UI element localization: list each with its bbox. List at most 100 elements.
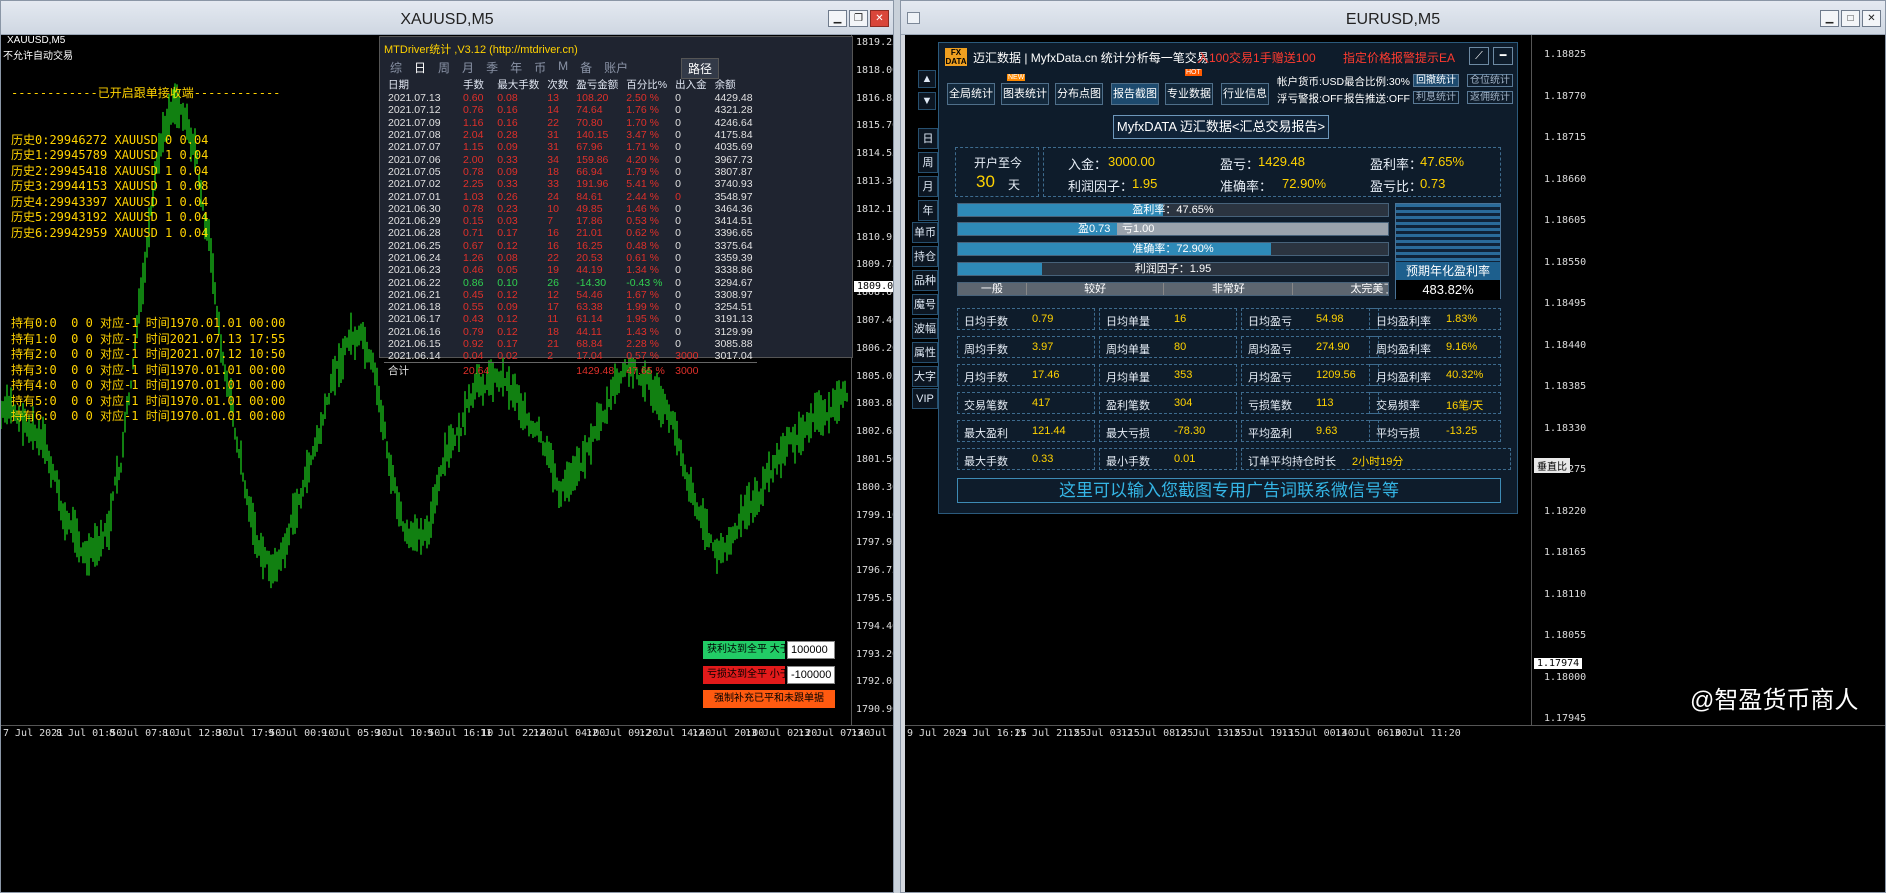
close-button[interactable]: ✕ [870, 10, 889, 27]
stats-tab[interactable]: M [558, 59, 568, 76]
ea-info-text: ------------已开启跟单接收端------------ 历史0:299… [11, 55, 285, 456]
side-button-9[interactable]: 属性 [912, 342, 938, 363]
side-button-1[interactable]: 周 [918, 152, 938, 173]
minimize-button[interactable]: ▁ [828, 10, 847, 27]
stats-tab[interactable]: 周 [438, 59, 450, 76]
stats-tab[interactable]: 备 [580, 59, 592, 76]
account-stat-button[interactable]: 仓位统计 [1467, 74, 1513, 87]
eurusd-price-axis[interactable]: 1.18825 1.18770 1.18715 1.18660 1.18605 1.185… [1531, 35, 1885, 725]
take-profit-close-all-label[interactable]: 获利达到全平 大于 [703, 641, 790, 659]
nav-button[interactable]: 行业信息 [1221, 83, 1269, 105]
stats-tab[interactable]: 日 [414, 59, 426, 76]
nav-button[interactable]: 报告截图 [1111, 83, 1159, 105]
table-cell: 0.09 [497, 165, 518, 178]
table-cell: 0 [675, 325, 681, 338]
scroll-down-icon[interactable]: ▼ [918, 92, 936, 110]
table-cell: 0 [675, 264, 681, 277]
stats-tab[interactable]: 年 [510, 59, 522, 76]
table-cell: 1.03 [463, 190, 484, 203]
take-profit-input[interactable]: 100000 [787, 641, 835, 659]
account-stat-button[interactable]: 利息统计 [1413, 91, 1459, 104]
xauusd-price-axis[interactable]: 1819.25 1818.00 1816.85 1815.70 1814.55 1813.… [851, 35, 893, 725]
promo-deposit[interactable]: 入100交易1手赠送100 [1197, 49, 1316, 66]
table-cell: 4429.48 [714, 92, 753, 105]
table-cell: 21.01 [576, 227, 603, 240]
stats-tab[interactable]: 季 [486, 59, 498, 76]
stats-tab[interactable]: 综 [390, 59, 402, 76]
table-cell: 3375.64 [714, 239, 753, 252]
table-cell: 0 [675, 338, 681, 351]
price-tick-label: 1818.00 [856, 64, 893, 76]
xauusd-titlebar[interactable]: XAUUSD,M5 ▁ ❐ ✕ [1, 1, 893, 35]
edit-icon[interactable]: ⟋ [1469, 47, 1489, 65]
side-button-7[interactable]: 魔号 [912, 294, 938, 315]
account-stat-button[interactable]: 回撤统计 [1413, 74, 1459, 87]
side-button-4[interactable]: 单币 [912, 222, 938, 243]
mtdriver-stats-panel[interactable]: MTDriver统计 ,V3.12 (http://mtdriver.cn) 综… [379, 36, 853, 378]
stat-cell: 平均盈利 9.63 [1241, 420, 1379, 442]
collapse-icon[interactable]: ━ [1493, 47, 1513, 65]
stop-loss-close-all-label[interactable]: 亏损达到全平 小于 [703, 666, 790, 684]
deposit-label: 入金： [1068, 157, 1108, 172]
table-cell: 31 [547, 129, 559, 142]
side-button-5[interactable]: 持仓 [912, 246, 938, 267]
nav-button[interactable]: 分布点图 [1055, 83, 1103, 105]
table-cell: 2021.06.25 [388, 239, 441, 252]
maximize-button[interactable]: □ [1841, 10, 1860, 27]
side-button-6[interactable]: 品种 [912, 270, 938, 291]
table-cell: 4.20 % [626, 153, 659, 166]
nav-button[interactable]: 全局统计 [947, 83, 995, 105]
side-button-3[interactable]: 年 [918, 200, 938, 221]
stat-label: 日均盈利率 [1376, 316, 1431, 328]
table-cell: 0.92 [463, 338, 484, 351]
scroll-up-icon[interactable]: ▲ [918, 70, 936, 88]
eurusd-titlebar[interactable]: EURUSD,M5 ▁ □ ✕ [901, 1, 1885, 35]
table-cell: 2021.06.21 [388, 288, 441, 301]
table-cell: 0.12 [497, 313, 518, 326]
side-button-0[interactable]: 日 [918, 128, 938, 149]
float-loss-alert: 浮亏警报:OFF [1277, 93, 1343, 105]
promo-alert-ea[interactable]: 指定价格报警提示EA [1343, 49, 1455, 66]
stop-loss-input[interactable]: -100000 [787, 666, 835, 684]
table-cell: 66.94 [576, 165, 603, 178]
minimize-button[interactable]: ▁ [1820, 10, 1839, 27]
xauusd-chart[interactable]: XAUUSD,M5 不允许自动交易 ------------已开启跟单接收端--… [1, 35, 893, 892]
stat-cell: 订单平均持仓时长 2小时19分 [1241, 448, 1511, 470]
daily-stats-table: 日期 手数 最大手数 次数 盈亏金额 百分比% 出入金 余额 2021.07.13 0.60 0.… [384, 77, 757, 378]
table-cell: 2.04 [463, 129, 484, 142]
rating-bar: 一般较好非常好太完美了 [957, 282, 1389, 296]
history-line: 历史4:29943397 XAUUSD 1 0.04 [11, 194, 209, 209]
side-button-11[interactable]: VIP [912, 388, 938, 409]
side-button-2[interactable]: 月 [918, 176, 938, 197]
table-row: 2021.06.18 0.55 0.09 17 63.38 1.99 % 0 3254.51 [384, 301, 757, 313]
nav-button[interactable]: 专业数据 [1165, 83, 1213, 105]
stat-label: 月均单量 [1106, 372, 1150, 384]
stats-tab[interactable]: 账户 [604, 59, 628, 76]
restore-button[interactable]: ❐ [849, 10, 868, 27]
table-cell: 0.33 [497, 178, 518, 191]
price-tick-label: 1.18440 [1544, 339, 1587, 351]
ad-text-banner[interactable]: 这里可以输入您截图专用广告词联系微信号等 [957, 478, 1501, 503]
nav-button[interactable]: 图表统计 [1001, 83, 1049, 105]
stat-label: 周均单量 [1106, 344, 1150, 356]
path-button[interactable]: 路径 [681, 58, 720, 79]
table-cell: 2021.06.15 [388, 338, 441, 351]
side-button-8[interactable]: 波幅 [912, 318, 938, 339]
stats-tab[interactable]: 月 [462, 59, 474, 76]
stat-value: 0.01 [1174, 453, 1196, 465]
table-cell: 18 [547, 165, 559, 178]
price-tick-label: 1810.95 [856, 231, 893, 243]
total-row: 合计 20.64 1429.48 47.65 % 3000 [384, 362, 757, 378]
force-sync-button[interactable]: 强制补充已平和未跟单据 [703, 690, 835, 708]
table-cell: 0.33 [497, 153, 518, 166]
table-cell: 11 [547, 313, 559, 326]
xauusd-window: XAUUSD,M5 ▁ ❐ ✕ XAUUSD,M5 不允许自动交易 ------… [0, 0, 894, 893]
account-stat-button[interactable]: 返佣统计 [1467, 91, 1513, 104]
table-cell: 3254.51 [714, 301, 753, 314]
side-button-10[interactable]: 大字 [912, 366, 938, 387]
stat-cell: 最小手数 0.01 [1099, 448, 1237, 470]
stats-tab[interactable]: 币 [534, 59, 546, 76]
table-cell: 2021.06.23 [388, 264, 441, 277]
stat-value: 353 [1174, 369, 1193, 381]
close-button[interactable]: ✕ [1862, 10, 1881, 27]
